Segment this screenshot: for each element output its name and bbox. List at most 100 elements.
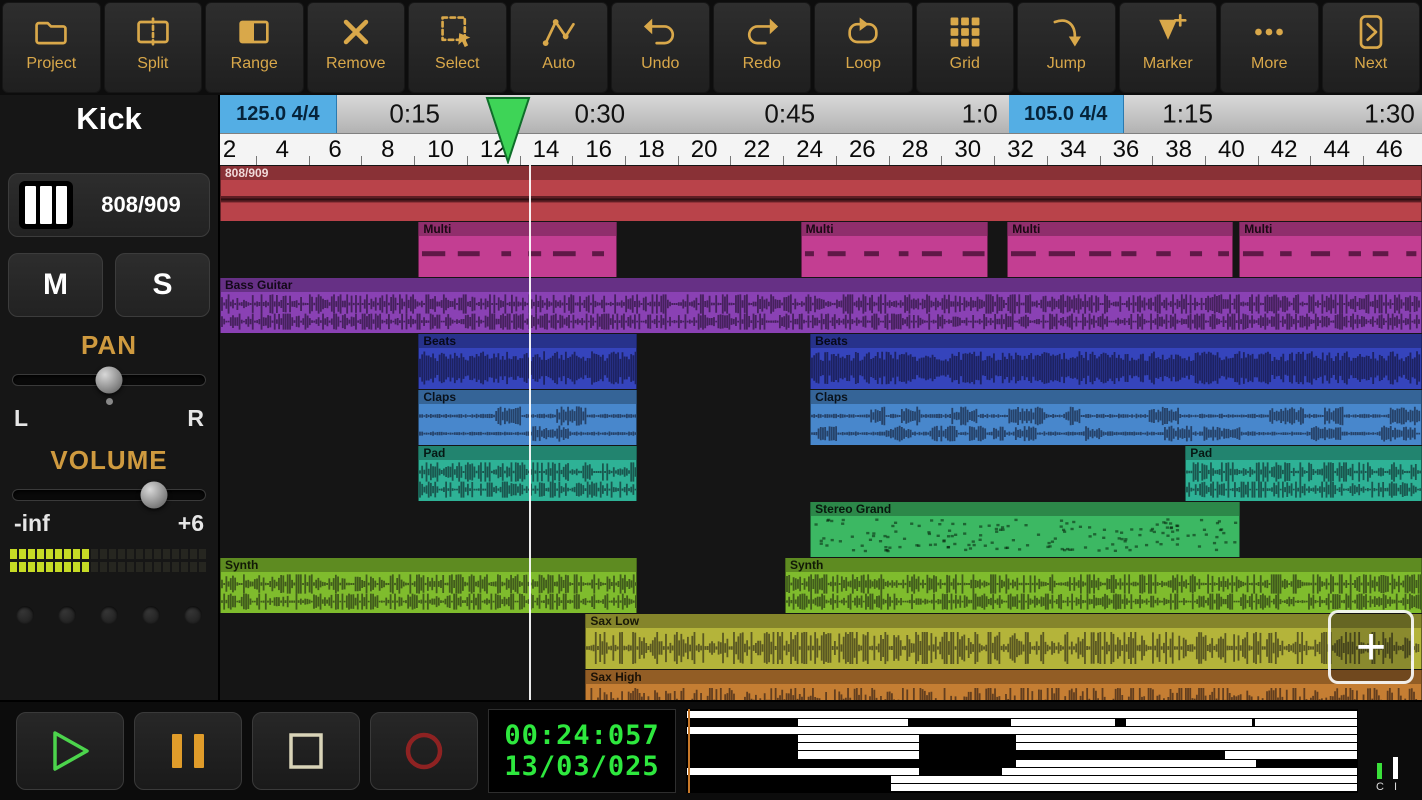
- clip-beats[interactable]: Beats: [418, 334, 638, 389]
- instrument-button[interactable]: 808/909: [8, 173, 210, 237]
- toolbar-button-undo[interactable]: Undo: [611, 2, 710, 93]
- record-icon: [405, 732, 443, 770]
- clip-808-909[interactable]: 808/909: [220, 166, 1422, 221]
- mute-solo-row: M S: [8, 253, 210, 317]
- panel-page-dot[interactable]: [142, 606, 160, 624]
- pause-button[interactable]: [134, 712, 242, 790]
- clip-sax-high[interactable]: Sax High: [585, 670, 1422, 700]
- solo-button[interactable]: S: [115, 253, 210, 317]
- clip-claps[interactable]: Claps: [418, 390, 638, 445]
- pan-slider[interactable]: [12, 365, 206, 395]
- clip-multi[interactable]: Multi: [1007, 222, 1234, 277]
- meter-segment: [163, 562, 170, 572]
- clip-beats[interactable]: Beats: [810, 334, 1422, 389]
- clip-pad[interactable]: Pad: [1185, 446, 1422, 501]
- meter-segment: [181, 562, 188, 572]
- time-ruler[interactable]: 0:15 0:30 0:45 1:0 1:15 1:30 125.0 4/4 105.0 4/…: [220, 95, 1422, 133]
- toolbar-button-remove[interactable]: Remove: [306, 2, 405, 93]
- toolbar-button-next[interactable]: Next: [1321, 2, 1420, 93]
- bar-tick: [677, 156, 679, 165]
- clip-multi[interactable]: Multi: [418, 222, 617, 277]
- time-label: 0:45: [764, 98, 816, 129]
- toolbar-button-label: Grid: [949, 55, 980, 72]
- select-marquee-icon: [437, 6, 477, 58]
- clip-multi[interactable]: Multi: [1239, 222, 1422, 277]
- clip-bass-guitar[interactable]: Bass Guitar: [220, 278, 1422, 333]
- stop-button[interactable]: [252, 712, 360, 790]
- waveform: [786, 574, 1421, 610]
- clip-sax-low[interactable]: Sax Low: [585, 614, 1422, 669]
- bar-tick: [1099, 156, 1101, 165]
- volume-knob[interactable]: [140, 481, 168, 509]
- meter-segment: [190, 549, 197, 559]
- toolbar-button-loop[interactable]: Loop: [814, 2, 913, 93]
- add-track-button[interactable]: +: [1328, 610, 1414, 684]
- clip-multi[interactable]: Multi: [800, 222, 989, 277]
- main-area: Kick 808/909 M S PAN L R VOLUME -inf +6 …: [0, 95, 1422, 700]
- clip-label: Claps: [419, 390, 637, 404]
- toolbar-button-more[interactable]: More: [1220, 2, 1319, 93]
- bar-number: 10: [427, 135, 454, 163]
- play-button[interactable]: [16, 712, 124, 790]
- overview-row: [687, 751, 1357, 759]
- meter-segment: [145, 562, 152, 572]
- bar-number: 6: [328, 135, 342, 163]
- pan-knob[interactable]: [95, 366, 123, 394]
- toolbar-button-grid[interactable]: Grid: [915, 2, 1014, 93]
- overview-row: [687, 759, 1357, 767]
- volume-slider[interactable]: [12, 480, 206, 510]
- toolbar-button-jump[interactable]: Jump: [1017, 2, 1116, 93]
- arrangement-overview[interactable]: [686, 709, 1358, 793]
- toolbar-button-label: Jump: [1046, 55, 1086, 72]
- toolbar-button-range[interactable]: Range: [205, 2, 304, 93]
- panel-page-dot[interactable]: [58, 606, 76, 624]
- tempo-marker[interactable]: 105.0 4/4: [1008, 95, 1124, 133]
- bar-number: 2: [222, 135, 237, 163]
- pause-icon: [172, 734, 204, 768]
- clip-pad[interactable]: Pad: [418, 446, 638, 501]
- clip-claps[interactable]: Claps: [810, 390, 1422, 445]
- track-row-sax-low: Sax Low: [220, 614, 1422, 669]
- mute-button[interactable]: M: [8, 253, 103, 317]
- overview-row: [687, 743, 1357, 751]
- toolbar-button-marker[interactable]: Marker: [1118, 2, 1217, 93]
- toolbar-button-split[interactable]: Split: [103, 2, 202, 93]
- clip-stereo-grand[interactable]: Stereo Grand: [810, 502, 1241, 557]
- toolbar-button-auto[interactable]: Auto: [509, 2, 608, 93]
- time-counter: 00:24:057: [504, 720, 660, 751]
- clip-synth[interactable]: Synth: [784, 558, 1422, 613]
- bar-number: 40: [1218, 135, 1245, 163]
- time-label: 1:30: [1364, 98, 1415, 129]
- panel-page-dot[interactable]: [184, 606, 202, 624]
- bar-number: 32: [1007, 135, 1034, 163]
- waveform: [419, 406, 637, 442]
- toolbar-button-redo[interactable]: Redo: [712, 2, 811, 93]
- bar-ruler[interactable]: 2 4 6 8 10 12 14 16 18 20 22 24 26 28 30 32 34 36 38 40 42 44…: [220, 133, 1422, 165]
- toolbar-button-project[interactable]: Project: [2, 2, 101, 93]
- meter-segment: [100, 549, 107, 559]
- meter-segment: [46, 549, 53, 559]
- timeline-ruler[interactable]: 0:15 0:30 0:45 1:0 1:15 1:30 125.0 4/4 105.0 4/…: [220, 95, 1422, 166]
- overview-row: [687, 735, 1357, 743]
- marker-add-icon: [1148, 6, 1188, 58]
- overview-clip-block: [1010, 719, 1116, 727]
- record-button[interactable]: [370, 712, 478, 790]
- meter-segment: [109, 549, 116, 559]
- clip-synth[interactable]: Synth: [220, 558, 638, 613]
- playhead-marker[interactable]: [485, 96, 531, 166]
- level-meter-row: [10, 562, 208, 572]
- overview-clip-block: [1015, 743, 1357, 751]
- clip-label: Multi: [801, 222, 988, 236]
- overview-clip-block: [890, 775, 1357, 783]
- bar-number: 38: [1165, 135, 1192, 163]
- track-row-stereo-grand: Stereo Grand: [220, 502, 1422, 557]
- undo-arrow-icon: [640, 6, 680, 58]
- track-row-claps: Claps Claps: [220, 390, 1422, 445]
- tempo-marker[interactable]: 125.0 4/4: [220, 95, 337, 133]
- panel-page-dot[interactable]: [16, 606, 34, 624]
- cpu-meter: C: [1376, 763, 1384, 793]
- panel-page-dot[interactable]: [100, 606, 118, 624]
- waveform: [1011, 251, 1230, 257]
- toolbar-button-select[interactable]: Select: [408, 2, 507, 93]
- meter-segment: [100, 562, 107, 572]
